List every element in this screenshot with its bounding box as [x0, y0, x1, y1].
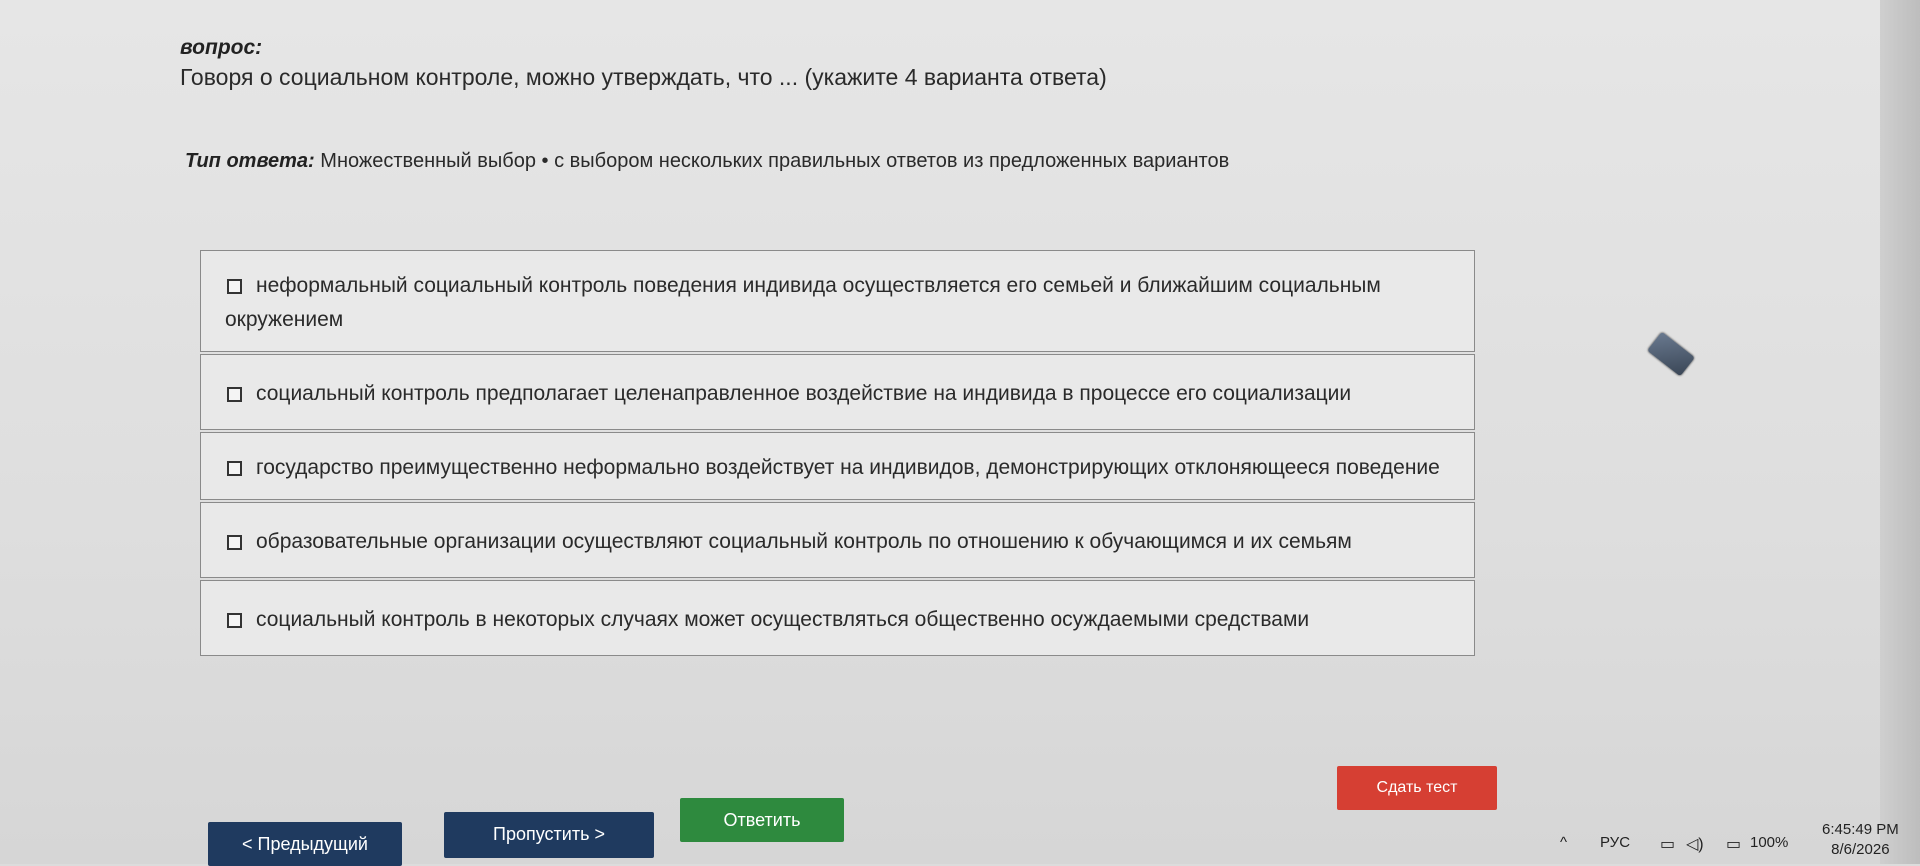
question-label: вопрос: [180, 36, 263, 59]
submit-test-button[interactable]: Сдать тест [1337, 766, 1497, 810]
option-text: социальный контроль предполагает целенап… [256, 382, 1352, 405]
chevron-up-icon[interactable]: ^ [1560, 834, 1567, 851]
answer-type-label: Тип ответа: [185, 150, 315, 172]
answer-option-4[interactable]: образовательные организации осуществляют… [200, 502, 1475, 578]
language-indicator[interactable]: РУС [1600, 834, 1630, 851]
answer-option-2[interactable]: социальный контроль предполагает целенап… [200, 354, 1475, 430]
volume-icon[interactable]: ◁) [1686, 834, 1704, 854]
checkbox[interactable] [227, 279, 242, 294]
answer-type-line: Тип ответа: Множественный выбор • с выбо… [185, 150, 1229, 173]
previous-button[interactable]: < Предыдущий [208, 822, 402, 866]
checkbox[interactable] [227, 535, 242, 550]
checkbox[interactable] [227, 461, 242, 476]
test-page: вопрос: Говоря о социальном контроле, мо… [0, 0, 1880, 866]
time-text: 6:45:49 PM [1822, 821, 1899, 838]
answer-option-3[interactable]: государство преимущественно неформально … [200, 432, 1475, 500]
battery-percent: 100% [1750, 834, 1789, 851]
answer-option-1[interactable]: неформальный социальный контроль поведен… [200, 250, 1475, 352]
checkbox[interactable] [227, 387, 242, 402]
option-text: социальный контроль в некоторых случаях … [256, 608, 1310, 631]
clock[interactable]: 6:45:49 PM 8/6/2026 [1822, 820, 1899, 860]
network-icon[interactable]: ▭ [1660, 834, 1675, 854]
mouse-cursor-icon [1647, 331, 1695, 377]
system-tray: ^ РУС ▭ ◁) ▭ 100% 6:45:49 PM 8/6/2026 [1540, 820, 1900, 864]
question-text: Говоря о социальном контроле, можно утве… [180, 64, 1107, 90]
battery-icon[interactable]: ▭ [1726, 834, 1741, 854]
checkbox[interactable] [227, 613, 242, 628]
answer-option-5[interactable]: социальный контроль в некоторых случаях … [200, 580, 1475, 656]
answer-type-value: Множественный выбор • с выбором нескольк… [320, 150, 1230, 172]
option-text: государство преимущественно неформально … [256, 456, 1440, 479]
option-text: неформальный социальный контроль поведен… [225, 274, 1381, 331]
answer-button[interactable]: Ответить [680, 798, 844, 842]
option-text: образовательные организации осуществляют… [256, 530, 1352, 553]
screen-edge [1880, 0, 1920, 864]
answer-options-list: неформальный социальный контроль поведен… [200, 250, 1475, 658]
date-text: 8/6/2026 [1831, 841, 1890, 858]
skip-button[interactable]: Пропустить > [444, 812, 654, 858]
